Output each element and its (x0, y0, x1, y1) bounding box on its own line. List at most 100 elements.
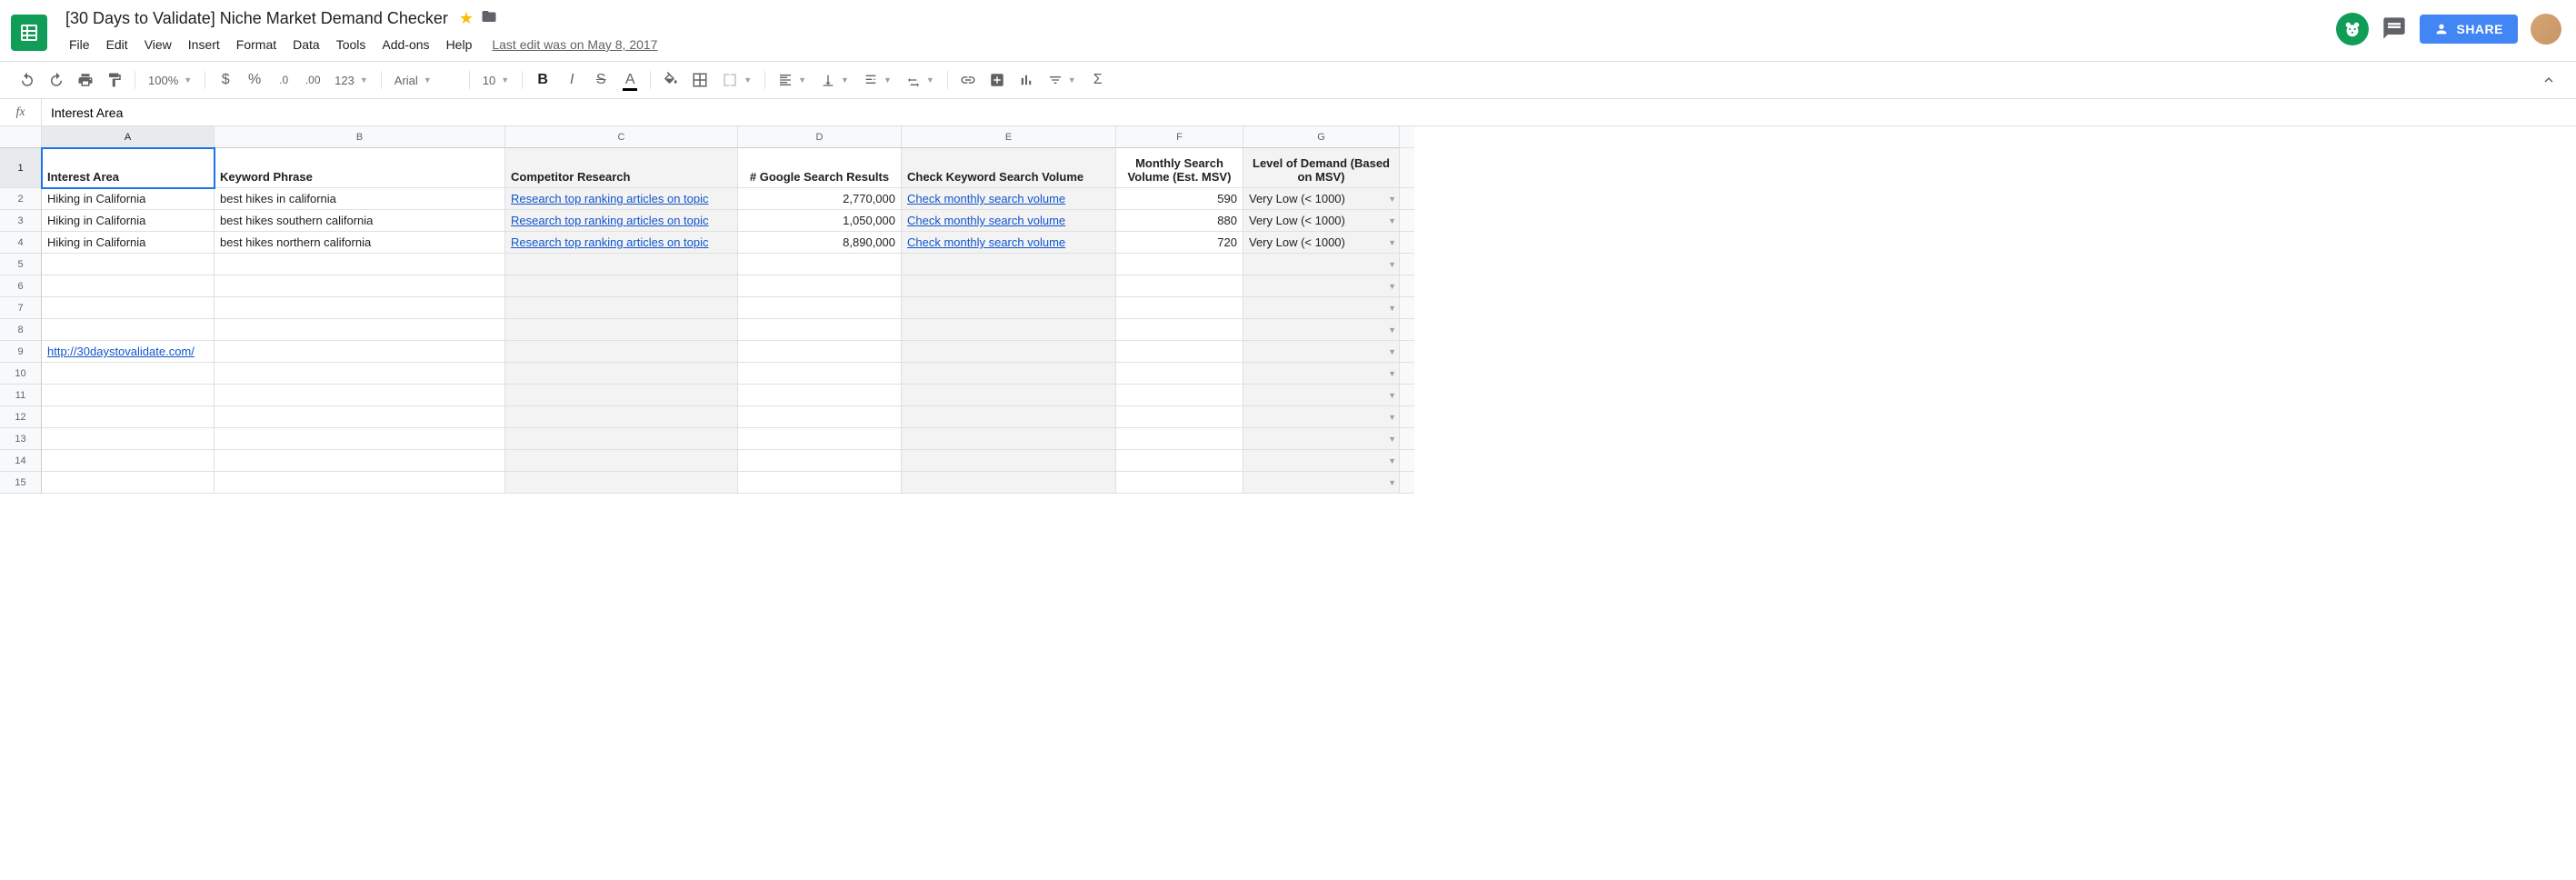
sheets-logo[interactable] (7, 7, 55, 51)
merge-cells-icon[interactable]: ▼ (716, 68, 757, 92)
row-header-6[interactable]: 6 (0, 275, 42, 297)
cell-F8[interactable] (1116, 319, 1243, 341)
cell-B9[interactable] (215, 341, 505, 363)
cell-B7[interactable] (215, 297, 505, 319)
cell-E6[interactable] (902, 275, 1116, 297)
row-header-10[interactable]: 10 (0, 363, 42, 385)
cell-B10[interactable] (215, 363, 505, 385)
menu-view[interactable]: View (137, 34, 179, 55)
document-title[interactable]: [30 Days to Validate] Niche Market Deman… (62, 7, 452, 30)
cell-D12[interactable] (738, 406, 902, 428)
cell-F15[interactable] (1116, 472, 1243, 494)
cell-E4[interactable]: Check monthly search volume (902, 232, 1116, 254)
cell-B4[interactable]: best hikes northern california (215, 232, 505, 254)
column-header-E[interactable]: E (902, 126, 1116, 148)
cell-G10[interactable]: ▼ (1243, 363, 1400, 385)
cell-F11[interactable] (1116, 385, 1243, 406)
zoom-select[interactable]: 100%▼ (143, 70, 197, 91)
column-header-B[interactable]: B (215, 126, 505, 148)
cell-E5[interactable] (902, 254, 1116, 275)
row-header-2[interactable]: 2 (0, 188, 42, 210)
fill-color-icon[interactable] (658, 67, 684, 93)
row-header-5[interactable]: 5 (0, 254, 42, 275)
cell-D2[interactable]: 2,770,000 (738, 188, 902, 210)
cell-C2[interactable]: Research top ranking articles on topic (505, 188, 738, 210)
cell-C3[interactable]: Research top ranking articles on topic (505, 210, 738, 232)
cell-E14[interactable] (902, 450, 1116, 472)
cell-A13[interactable] (42, 428, 215, 450)
cell-A1[interactable]: Interest Area (42, 148, 215, 188)
comments-icon[interactable] (2381, 15, 2407, 44)
cell-F9[interactable] (1116, 341, 1243, 363)
cell-D9[interactable] (738, 341, 902, 363)
cell-B6[interactable] (215, 275, 505, 297)
cell-A8[interactable] (42, 319, 215, 341)
cell-D15[interactable] (738, 472, 902, 494)
extension-icon[interactable] (2336, 13, 2369, 45)
cell-A15[interactable] (42, 472, 215, 494)
cell-C6[interactable] (505, 275, 738, 297)
cell-D7[interactable] (738, 297, 902, 319)
cell-E13[interactable] (902, 428, 1116, 450)
column-header-F[interactable]: F (1116, 126, 1243, 148)
menu-add-ons[interactable]: Add-ons (374, 34, 436, 55)
cell-C12[interactable] (505, 406, 738, 428)
borders-icon[interactable] (687, 67, 713, 93)
font-size-select[interactable]: 10▼ (477, 70, 514, 91)
row-header-14[interactable]: 14 (0, 450, 42, 472)
cell-F6[interactable] (1116, 275, 1243, 297)
cell-E1[interactable]: Check Keyword Search Volume (902, 148, 1116, 188)
increase-decimal-icon[interactable]: .00 (300, 67, 325, 93)
cell-G5[interactable]: ▼ (1243, 254, 1400, 275)
cell-C13[interactable] (505, 428, 738, 450)
italic-icon[interactable]: I (559, 67, 584, 93)
cell-C9[interactable] (505, 341, 738, 363)
cell-G6[interactable]: ▼ (1243, 275, 1400, 297)
row-header-9[interactable]: 9 (0, 341, 42, 363)
cell-A5[interactable] (42, 254, 215, 275)
menu-insert[interactable]: Insert (181, 34, 227, 55)
cell-D6[interactable] (738, 275, 902, 297)
font-select[interactable]: Arial▼ (389, 70, 462, 91)
cell-G3[interactable]: Very Low (< 1000)▼ (1243, 210, 1400, 232)
row-header-3[interactable]: 3 (0, 210, 42, 232)
cell-A9[interactable]: http://30daystovalidate.com/ (42, 341, 215, 363)
cell-G2[interactable]: Very Low (< 1000)▼ (1243, 188, 1400, 210)
formula-input[interactable] (42, 105, 2576, 120)
menu-file[interactable]: File (62, 34, 97, 55)
percent-icon[interactable]: % (242, 67, 267, 93)
cell-D14[interactable] (738, 450, 902, 472)
cell-G15[interactable]: ▼ (1243, 472, 1400, 494)
cell-C15[interactable] (505, 472, 738, 494)
account-avatar[interactable] (2531, 14, 2561, 45)
cell-F3[interactable]: 880 (1116, 210, 1243, 232)
text-wrap-icon[interactable]: ▼ (858, 69, 897, 91)
paint-format-icon[interactable] (102, 67, 127, 93)
horizontal-align-icon[interactable]: ▼ (773, 69, 812, 91)
cell-G8[interactable]: ▼ (1243, 319, 1400, 341)
cell-B11[interactable] (215, 385, 505, 406)
insert-chart-icon[interactable] (1013, 67, 1039, 93)
functions-icon[interactable]: Σ (1085, 67, 1111, 93)
cell-F12[interactable] (1116, 406, 1243, 428)
insert-link-icon[interactable] (955, 67, 981, 93)
more-formats-select[interactable]: 123▼ (329, 70, 374, 91)
cell-G7[interactable]: ▼ (1243, 297, 1400, 319)
cell-F7[interactable] (1116, 297, 1243, 319)
row-header-12[interactable]: 12 (0, 406, 42, 428)
undo-icon[interactable] (15, 67, 40, 93)
text-rotation-icon[interactable]: ▼ (901, 69, 940, 91)
cell-G14[interactable]: ▼ (1243, 450, 1400, 472)
cell-E11[interactable] (902, 385, 1116, 406)
cell-D4[interactable]: 8,890,000 (738, 232, 902, 254)
cell-B8[interactable] (215, 319, 505, 341)
cell-G11[interactable]: ▼ (1243, 385, 1400, 406)
vertical-align-icon[interactable]: ▼ (815, 69, 854, 91)
cell-E12[interactable] (902, 406, 1116, 428)
text-color-icon[interactable]: A (617, 67, 643, 93)
column-header-A[interactable]: A (42, 126, 215, 148)
cell-A10[interactable] (42, 363, 215, 385)
last-edit-link[interactable]: Last edit was on May 8, 2017 (492, 37, 657, 52)
cell-B2[interactable]: best hikes in california (215, 188, 505, 210)
cell-D8[interactable] (738, 319, 902, 341)
